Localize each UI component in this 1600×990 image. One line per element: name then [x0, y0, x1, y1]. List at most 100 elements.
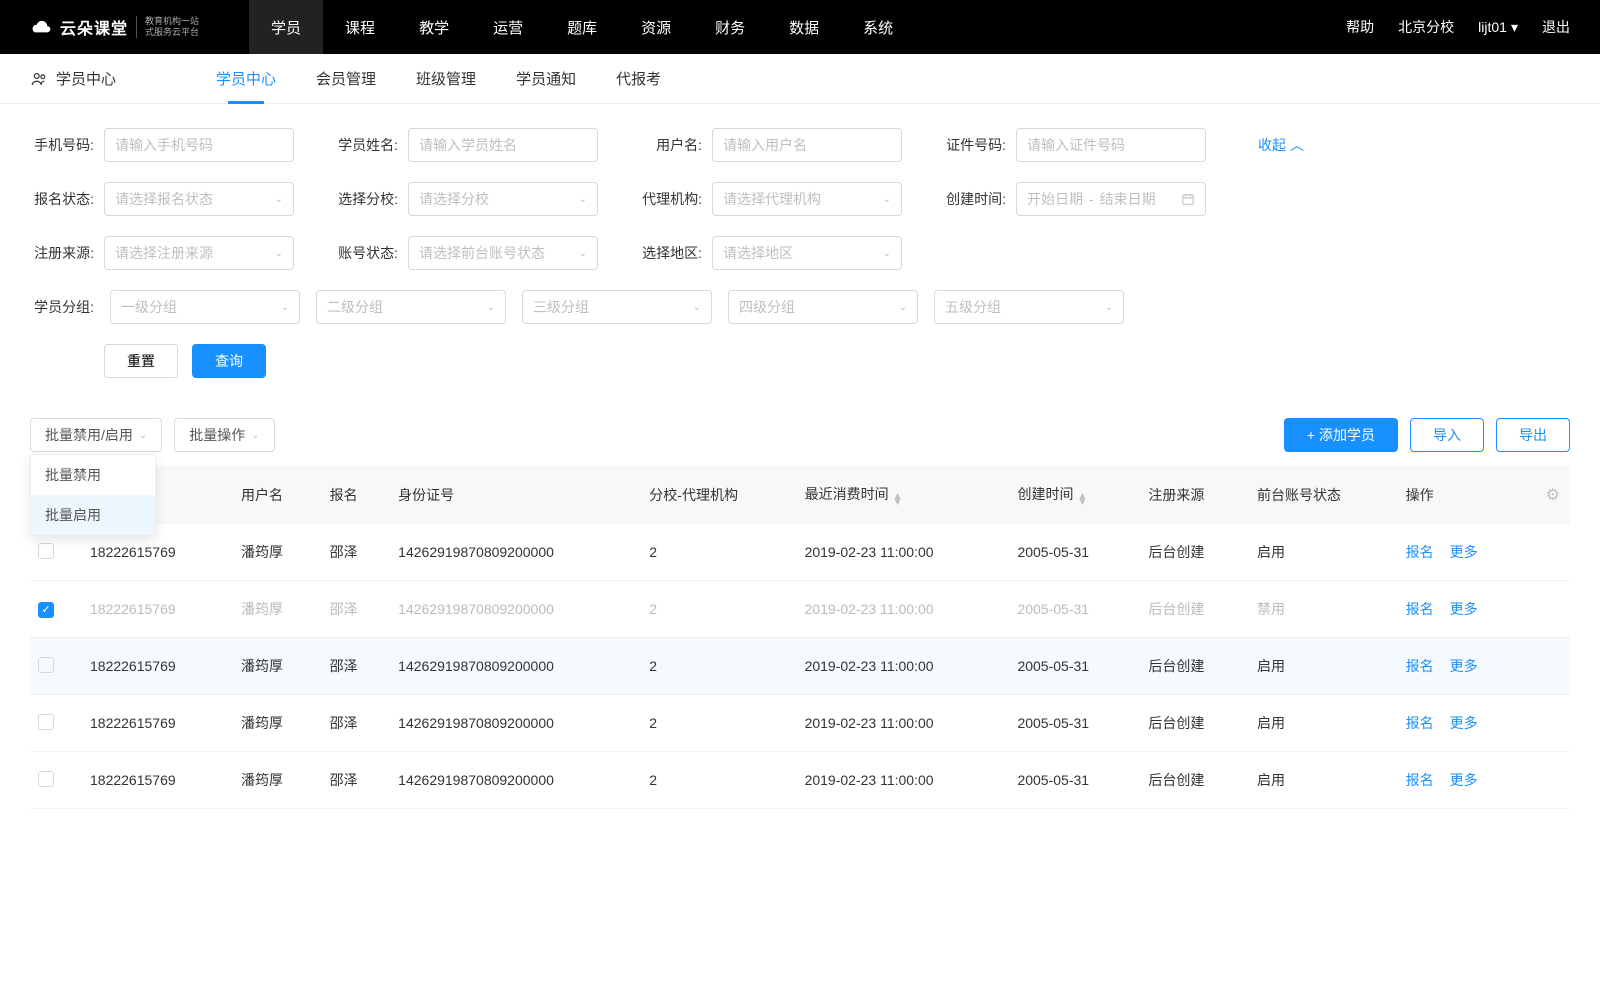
row-signup-link[interactable]: 报名 — [1406, 656, 1434, 676]
cloud-icon — [30, 19, 52, 35]
cell-username: 潘筠厚 — [231, 524, 320, 581]
row-checkbox[interactable] — [38, 657, 54, 673]
reset-button[interactable]: 重置 — [104, 344, 178, 378]
col-idcard: 身份证号 — [388, 466, 639, 524]
cell-branch: 2 — [639, 638, 794, 695]
name-input[interactable] — [408, 128, 598, 162]
logout-link[interactable]: 退出 — [1542, 17, 1570, 37]
cell-lastconsume: 2019-02-23 11:00:00 — [795, 581, 1008, 638]
col-accstatus: 前台账号状态 — [1247, 466, 1396, 524]
cell-regsource: 后台创建 — [1138, 695, 1247, 752]
main-menu-item[interactable]: 财务 — [693, 0, 767, 54]
row-signup-link[interactable]: 报名 — [1406, 713, 1434, 733]
batch-ops-dropdown[interactable]: 批量操作⌄ — [174, 418, 274, 452]
gear-icon[interactable]: ⚙ — [1546, 487, 1560, 504]
chevron-down-icon: ⌄ — [883, 248, 891, 259]
table-row: 18222615769潘筠厚邵泽142629198708092000002201… — [30, 695, 1570, 752]
main-menu-item[interactable]: 系统 — [841, 0, 915, 54]
batch-disable-item[interactable]: 批量禁用 — [31, 455, 155, 495]
row-checkbox[interactable]: ✓ — [38, 602, 54, 618]
row-signup-link[interactable]: 报名 — [1406, 542, 1434, 562]
sub-menu-item[interactable]: 会员管理 — [316, 54, 376, 104]
row-signup-link[interactable]: 报名 — [1406, 770, 1434, 790]
cell-regsource: 后台创建 — [1138, 638, 1247, 695]
accstatus-select[interactable]: 请选择前台账号状态⌄ — [408, 236, 598, 270]
table-row: ✓18222615769潘筠厚邵泽14262919870809200000220… — [30, 581, 1570, 638]
cell-accstatus: 启用 — [1247, 524, 1396, 581]
col-lastconsume[interactable]: 最近消费时间▲▼ — [795, 466, 1008, 524]
sub-menu-item[interactable]: 学员中心 — [216, 54, 276, 104]
cell-idcard: 14262919870809200000 — [388, 638, 639, 695]
regsource-select[interactable]: 请选择注册来源⌄ — [104, 236, 294, 270]
cell-phone: 18222615769 — [80, 581, 231, 638]
filter-username: 用户名: — [638, 128, 902, 162]
main-menu-item[interactable]: 数据 — [767, 0, 841, 54]
row-more-link[interactable]: 更多 — [1450, 599, 1478, 619]
main-menu-item[interactable]: 运营 — [471, 0, 545, 54]
cell-signup: 邵泽 — [320, 638, 389, 695]
col-op: 操作 — [1396, 466, 1536, 524]
row-more-link[interactable]: 更多 — [1450, 542, 1478, 562]
batch-toggle-dropdown[interactable]: 批量禁用/启用⌄ — [30, 418, 162, 452]
add-student-button[interactable]: + 添加学员 — [1284, 418, 1398, 452]
cell-createtime: 2005-05-31 — [1007, 638, 1138, 695]
group-row: 学员分组: 一级分组⌄二级分组⌄三级分组⌄四级分组⌄五级分组⌄ — [30, 290, 1570, 324]
idcard-input[interactable] — [1016, 128, 1206, 162]
row-checkbox[interactable] — [38, 543, 54, 559]
region-select[interactable]: 请选择地区⌄ — [712, 236, 902, 270]
cell-phone: 18222615769 — [80, 695, 231, 752]
signup-select[interactable]: 请选择报名状态⌄ — [104, 182, 294, 216]
agency-select[interactable]: 请选择代理机构⌄ — [712, 182, 902, 216]
cell-signup: 邵泽 — [320, 524, 389, 581]
row-more-link[interactable]: 更多 — [1450, 713, 1478, 733]
chevron-down-icon: ⌄ — [487, 302, 495, 313]
main-menu-item[interactable]: 学员 — [249, 0, 323, 54]
cell-idcard: 14262919870809200000 — [388, 695, 639, 752]
col-username: 用户名 — [231, 466, 320, 524]
branch-select[interactable]: 请选择分校⌄ — [408, 182, 598, 216]
batch-enable-item[interactable]: 批量启用 — [31, 495, 155, 535]
collapse-toggle[interactable]: 收起 ︿ — [1258, 135, 1304, 155]
help-link[interactable]: 帮助 — [1346, 17, 1374, 37]
main-menu-item[interactable]: 资源 — [619, 0, 693, 54]
cell-signup: 邵泽 — [320, 752, 389, 809]
sub-menu-item[interactable]: 班级管理 — [416, 54, 476, 104]
cell-createtime: 2005-05-31 — [1007, 581, 1138, 638]
brand-sub: 教育机构一站 式服务云平台 — [136, 16, 199, 38]
row-more-link[interactable]: 更多 — [1450, 770, 1478, 790]
caret-down-icon: ▾ — [1511, 19, 1518, 36]
chevron-up-icon: ︿ — [1290, 135, 1304, 155]
user-menu[interactable]: lijt01▾ — [1478, 19, 1518, 36]
row-checkbox[interactable] — [38, 771, 54, 787]
sub-menu-item[interactable]: 代报考 — [616, 54, 661, 104]
chevron-down-icon: ⌄ — [883, 194, 891, 205]
main-menu-item[interactable]: 教学 — [397, 0, 471, 54]
main-menu-item[interactable]: 题库 — [545, 0, 619, 54]
col-createtime[interactable]: 创建时间▲▼ — [1007, 466, 1138, 524]
export-button[interactable]: 导出 — [1496, 418, 1570, 452]
phone-input[interactable] — [104, 128, 294, 162]
calendar-icon — [1181, 192, 1195, 206]
cell-createtime: 2005-05-31 — [1007, 695, 1138, 752]
cell-accstatus: 禁用 — [1247, 581, 1396, 638]
username-input[interactable] — [712, 128, 902, 162]
group-select[interactable]: 四级分组⌄ — [728, 290, 918, 324]
create-date-range[interactable]: 开始日期-结束日期 — [1016, 182, 1206, 216]
group-select[interactable]: 二级分组⌄ — [316, 290, 506, 324]
branch-link[interactable]: 北京分校 — [1398, 17, 1454, 37]
filter-area: 手机号码: 学员姓名: 用户名: 证件号码: 收起 ︿ 报名状态: 请选择报名状… — [0, 104, 1600, 418]
row-signup-link[interactable]: 报名 — [1406, 599, 1434, 619]
group-select[interactable]: 一级分组⌄ — [110, 290, 300, 324]
action-bar: 批量禁用/启用⌄ 批量禁用 批量启用 批量操作⌄ + 添加学员 导入 导出 — [0, 418, 1600, 466]
cell-username: 潘筠厚 — [231, 752, 320, 809]
sub-nav-title: 学员中心 — [10, 68, 136, 89]
right-menu: 帮助 北京分校 lijt01▾ 退出 — [1346, 17, 1570, 37]
group-select[interactable]: 五级分组⌄ — [934, 290, 1124, 324]
search-button[interactable]: 查询 — [192, 344, 266, 378]
main-menu-item[interactable]: 课程 — [323, 0, 397, 54]
row-more-link[interactable]: 更多 — [1450, 656, 1478, 676]
row-checkbox[interactable] — [38, 714, 54, 730]
sub-menu-item[interactable]: 学员通知 — [516, 54, 576, 104]
group-select[interactable]: 三级分组⌄ — [522, 290, 712, 324]
import-button[interactable]: 导入 — [1410, 418, 1484, 452]
